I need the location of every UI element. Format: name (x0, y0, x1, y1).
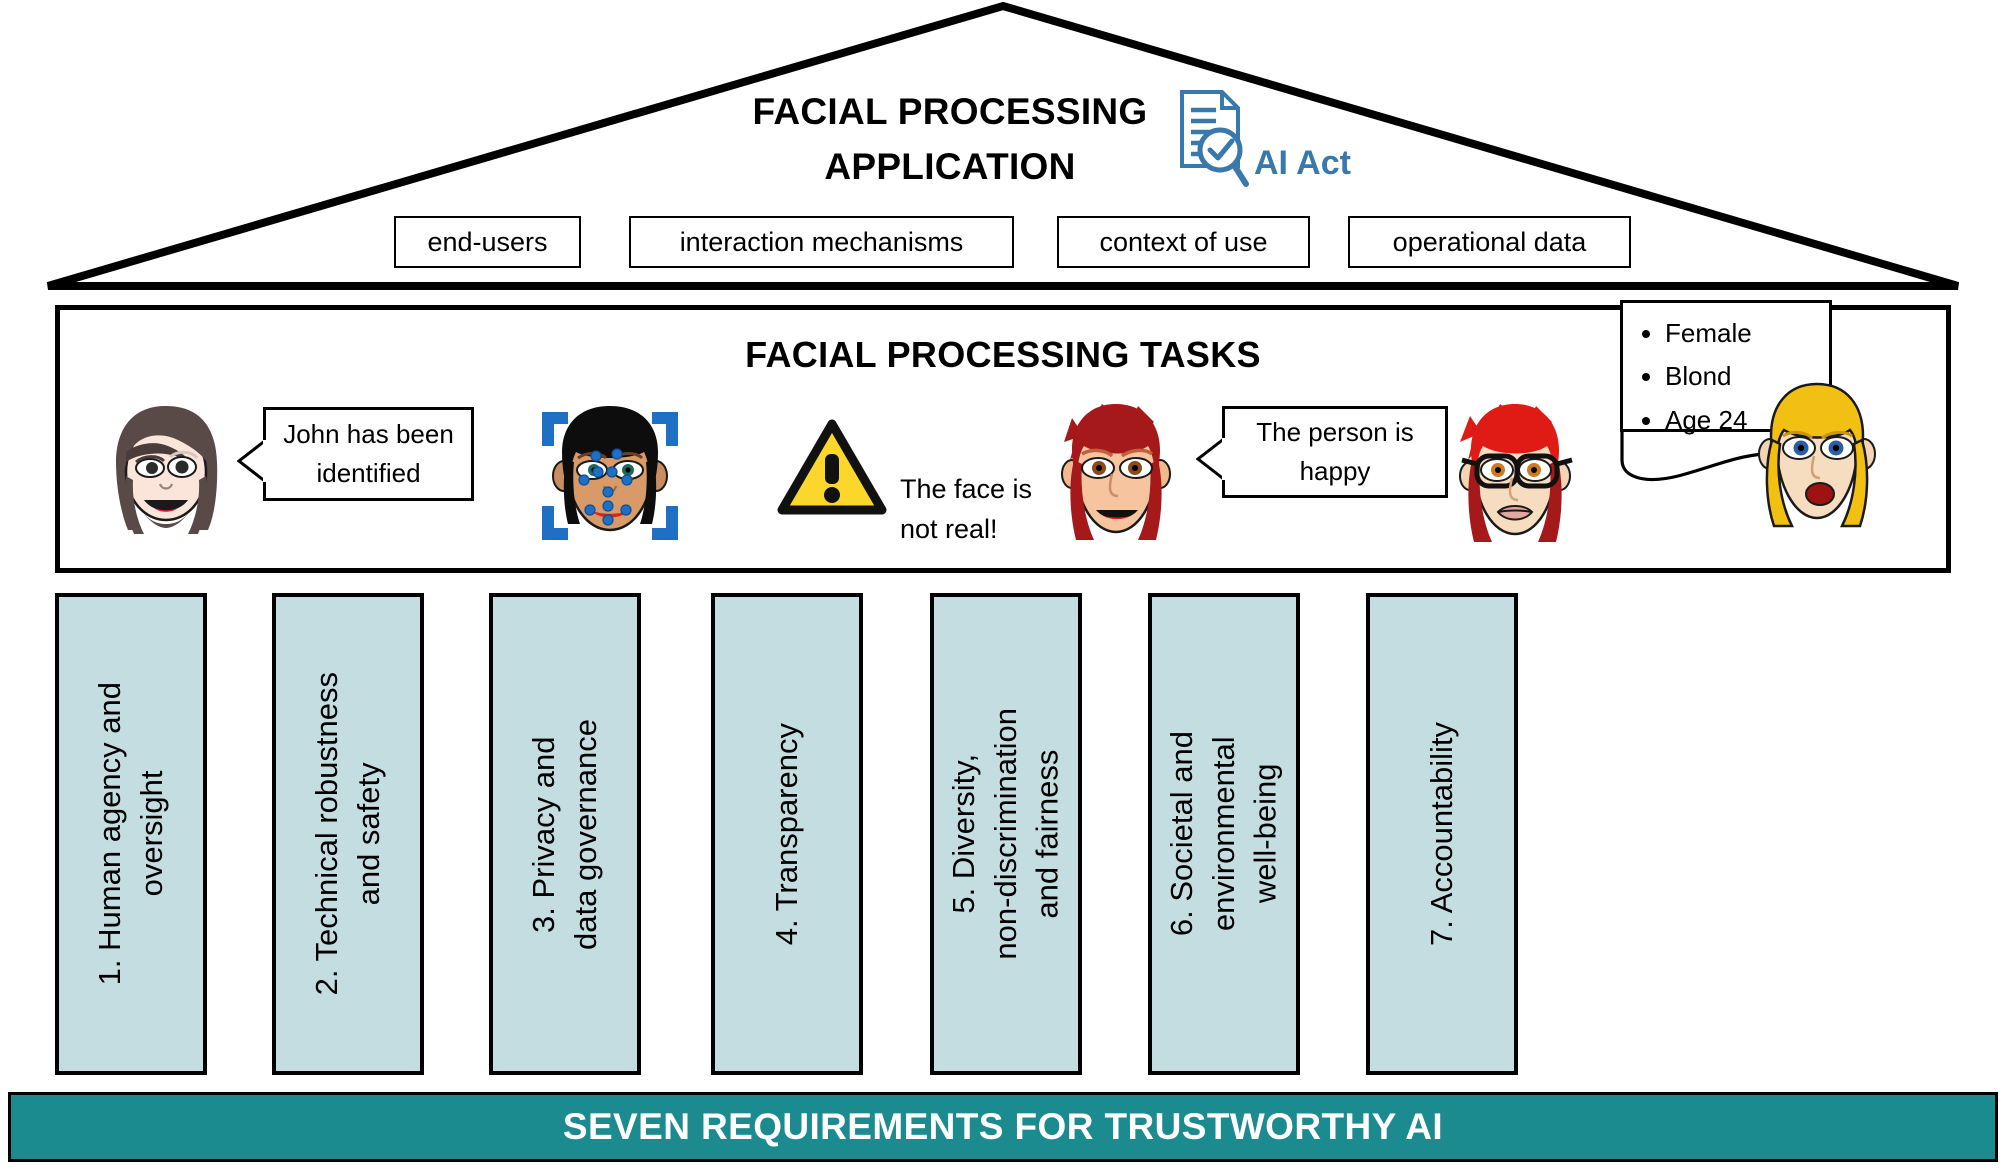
chip-label: interaction mechanisms (679, 226, 964, 257)
callout-text: The face is not real! (900, 473, 1033, 545)
pillar-label: 6. Societal and environmental well-being (1164, 731, 1283, 937)
task-face-attributes (1442, 398, 1588, 550)
callout-text: John has been identified (283, 419, 454, 488)
chip-end-users[interactable]: end-users (394, 216, 581, 268)
pillar-label: 3. Privacy and data governance (526, 718, 603, 950)
pillar-label: 4. Transparency (769, 722, 805, 946)
ai-act-badge: AI Act (1176, 88, 1351, 195)
task-face-identification: John has been identified (102, 400, 474, 540)
task-face-liveness-warning: The face is not real! (776, 418, 1032, 544)
chip-interaction-mechanisms[interactable]: interaction mechanisms (629, 216, 1014, 268)
face-identification-icon (102, 400, 230, 540)
attribute-item: Female (1665, 313, 1823, 353)
footer-banner: SEVEN REQUIREMENTS FOR TRUSTWORTHY AI (8, 1092, 1998, 1162)
warning-triangle-icon (776, 418, 888, 518)
face-landmark-detection-icon (532, 398, 688, 550)
pillar-label: 2. Technical robustness and safety (309, 672, 386, 996)
face-emotion-icon (1046, 398, 1186, 550)
chip-label: end-users (427, 226, 548, 257)
pillar-label: 1. Human agency and oversight (92, 682, 169, 986)
pillar-6-societal-and-environmental-well-being[interactable]: 6. Societal and environmental well-being (1148, 593, 1300, 1075)
pillar-1-human-agency-and-oversight[interactable]: 1. Human agency and oversight (55, 593, 207, 1075)
chip-label: context of use (1099, 226, 1268, 257)
face-attributes-icon (1442, 398, 1588, 550)
blonde-face-subject (1750, 380, 1884, 532)
chip-label: operational data (1392, 226, 1587, 257)
callout-emotion: The person is happy (1222, 406, 1448, 498)
task-face-emotion: The person is happy (1046, 398, 1448, 550)
page-title: FACIAL PROCESSING APPLICATION (752, 91, 1148, 187)
pillar-label: 7. Accountability (1424, 721, 1460, 947)
pillar-2-technical-robustness-and-safety[interactable]: 2. Technical robustness and safety (272, 593, 424, 1075)
pillar-7-accountability[interactable]: 7. Accountability (1366, 593, 1518, 1075)
diagram-canvas: FACIAL PROCESSING APPLICATION AI Act end… (0, 0, 2006, 1170)
pillar-5-diversity-non-discrimination-and-fairness[interactable]: 5. Diversity, non-discrimination and fai… (930, 593, 1082, 1075)
pillar-label: 5. Diversity, non-discrimination and fai… (946, 708, 1065, 960)
ai-act-label: AI Act (1254, 144, 1351, 182)
pillar-4-transparency[interactable]: 4. Transparency (711, 593, 863, 1075)
face-blonde-icon (1750, 380, 1884, 532)
pillar-3-privacy-and-data-governance[interactable]: 3. Privacy and data governance (489, 593, 641, 1075)
callout-text: The person is happy (1256, 417, 1414, 486)
callout-identification: John has been identified (263, 407, 474, 501)
facial-processing-tasks-panel: FACIAL PROCESSING TASKS John has been id… (55, 300, 1951, 573)
document-magnifier-check-icon (1176, 88, 1250, 195)
footer-label: SEVEN REQUIREMENTS FOR TRUSTWORTHY AI (562, 1106, 1444, 1147)
task-face-landmark-detection (532, 398, 688, 550)
chip-operational-data[interactable]: operational data (1348, 216, 1631, 268)
chip-context-of-use[interactable]: context of use (1057, 216, 1310, 268)
